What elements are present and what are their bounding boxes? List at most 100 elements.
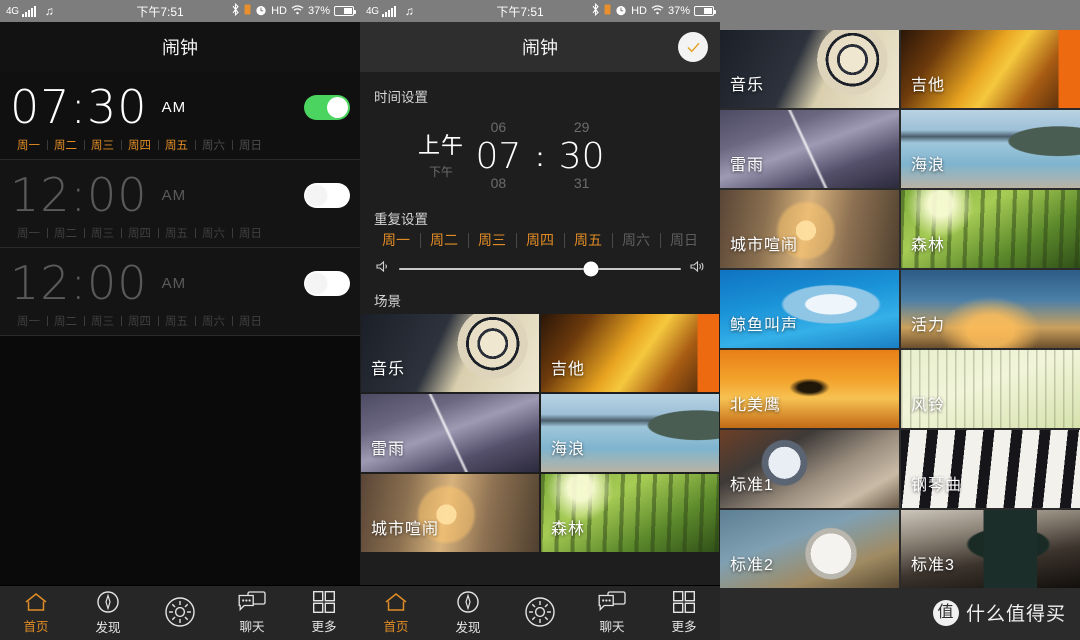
- scene-label-text: 雷雨: [730, 157, 765, 174]
- nav-item-more[interactable]: 更多: [648, 591, 720, 635]
- minute-next[interactable]: 31: [547, 175, 617, 195]
- scene-tile[interactable]: 钢琴曲: [901, 430, 1080, 508]
- alarm-row-main: 12:00 AM: [10, 256, 350, 310]
- alarm-day[interactable]: 周四: [121, 313, 158, 329]
- alarm-toggle[interactable]: [304, 182, 350, 208]
- repeat-day[interactable]: 周三: [468, 230, 516, 250]
- alarm-day[interactable]: 周日: [232, 225, 269, 241]
- alarm-day[interactable]: 周六: [195, 225, 232, 241]
- scene-tile[interactable]: 森林: [541, 474, 719, 552]
- status-right-group: HD 37%: [231, 2, 356, 19]
- alarm-toggle[interactable]: [304, 270, 350, 296]
- scene-tile[interactable]: 标准3: [901, 510, 1080, 588]
- alarm-day[interactable]: 周五: [158, 137, 195, 153]
- alarm-ampm: AM: [161, 274, 187, 292]
- nav-item-chat[interactable]: 聊天: [216, 591, 288, 635]
- repeat-day[interactable]: 周六: [612, 230, 660, 250]
- alarm-day[interactable]: 周六: [195, 313, 232, 329]
- alarm-day[interactable]: 周一: [10, 225, 47, 241]
- home-icon: [23, 591, 49, 613]
- minute-wheel[interactable]: 29 30 31: [547, 119, 617, 195]
- scene-label-text: 吉他: [551, 361, 586, 378]
- scene-tile[interactable]: 雷雨: [361, 394, 539, 472]
- scene-tile[interactable]: 标准2: [720, 510, 899, 588]
- scene-label-text: 海浪: [911, 157, 946, 174]
- scene-tile[interactable]: 标准1: [720, 430, 899, 508]
- ampm-other[interactable]: 下午: [406, 163, 476, 180]
- alarm-day[interactable]: 周四: [121, 225, 158, 241]
- alarm-time: 12:00: [10, 168, 148, 222]
- panel-scene-list: 音乐 吉他 雷雨 海浪 城市喧闹 森林 鲸鱼叫声 活力 北美鹰 风铃 标准1 钢…: [720, 0, 1080, 640]
- alarm-day[interactable]: 周一: [10, 137, 47, 153]
- scene-tile[interactable]: 音乐: [720, 30, 899, 108]
- scene-tile[interactable]: 音乐: [361, 314, 539, 392]
- nav-item-chat[interactable]: 聊天: [576, 591, 648, 635]
- alarm-row[interactable]: 12:00 AM 周一 周二 周三 周四 周五 周六 周日: [0, 248, 360, 336]
- digital-clock-art: [901, 510, 1080, 588]
- scene-tile[interactable]: 鲸鱼叫声: [720, 270, 899, 348]
- hd-label: HD: [631, 5, 647, 17]
- alarm-day[interactable]: 周三: [84, 313, 121, 329]
- scene-tile[interactable]: 活力: [901, 270, 1080, 348]
- nav-item-center[interactable]: [144, 595, 216, 632]
- scene-label-text: 标准1: [730, 477, 774, 494]
- alarm-day[interactable]: 周日: [232, 137, 269, 153]
- scene-tile[interactable]: 海浪: [901, 110, 1080, 188]
- alarm-row[interactable]: 12:00 AM 周一 周二 周三 周四 周五 周六 周日: [0, 160, 360, 248]
- alarm-day[interactable]: 周二: [47, 137, 84, 153]
- city-street-art: [720, 190, 899, 268]
- scene-tile[interactable]: 雷雨: [720, 110, 899, 188]
- scene-tile[interactable]: 海浪: [541, 394, 719, 472]
- nav-item-more[interactable]: 更多: [288, 591, 360, 635]
- scene-tile[interactable]: 北美鹰: [720, 350, 899, 428]
- alarm-row[interactable]: 07:30 AM 周一 周二 周三 周四 周五 周六 周日: [0, 72, 360, 160]
- scene-tile[interactable]: 风铃: [901, 350, 1080, 428]
- alarm-row-main: 12:00 AM: [10, 168, 350, 222]
- repeat-day[interactable]: 周二: [420, 230, 468, 250]
- volume-slider-thumb[interactable]: [583, 261, 599, 277]
- scene-tile[interactable]: 森林: [901, 190, 1080, 268]
- alarm-day[interactable]: 周五: [158, 225, 195, 241]
- nav-item-center[interactable]: [504, 595, 576, 632]
- time-separator: :: [536, 142, 544, 172]
- bottom-nav-left: 首页 发现 聊天 更多: [0, 585, 360, 640]
- alarm-day[interactable]: 周五: [158, 313, 195, 329]
- repeat-day[interactable]: 周四: [516, 230, 564, 250]
- network-label: 4G: [366, 5, 379, 17]
- screenshot-root: 4G ♫ 下午7:51 HD 37% 闹钟 07:30 AM 周一 周二 周三 …: [0, 0, 1080, 640]
- alarm-toggle[interactable]: [304, 94, 350, 120]
- scene-label-text: 森林: [911, 237, 946, 254]
- nav-item-home[interactable]: 首页: [360, 591, 432, 635]
- panel-alarm-edit: 4G ♫ 下午7:51 HD 37% 闹钟 时间设置 上午 下午 06 07 0…: [360, 0, 720, 640]
- repeat-days: 周一 周二 周三 周四 周五 周六 周日: [360, 230, 720, 252]
- alarm-day[interactable]: 周日: [232, 313, 269, 329]
- alarm-day[interactable]: 周三: [84, 225, 121, 241]
- volume-slider-row[interactable]: [360, 252, 720, 284]
- thunderstorm-art: [720, 110, 899, 188]
- nav-item-discover[interactable]: 发现: [72, 590, 144, 636]
- nav-item-home[interactable]: 首页: [0, 591, 72, 635]
- scene-label-text: 鲸鱼叫声: [730, 317, 799, 334]
- scene-tile[interactable]: 吉他: [541, 314, 719, 392]
- time-picker[interactable]: 上午 下午 06 07 08 : 29 30 31: [360, 106, 720, 202]
- alarm-day[interactable]: 周四: [121, 137, 158, 153]
- scene-tile[interactable]: 城市喧闹: [720, 190, 899, 268]
- repeat-day[interactable]: 周五: [564, 230, 612, 250]
- volume-slider-track[interactable]: [399, 261, 681, 277]
- alarm-row-main: 07:30 AM: [10, 80, 350, 134]
- forest-art: [541, 474, 719, 552]
- compass-icon: [456, 590, 480, 614]
- scene-tile[interactable]: 吉他: [901, 30, 1080, 108]
- alarm-day[interactable]: 周二: [47, 313, 84, 329]
- alarm-day[interactable]: 周六: [195, 137, 232, 153]
- ampm-selector[interactable]: 上午 下午: [406, 128, 476, 180]
- alarm-day[interactable]: 周三: [84, 137, 121, 153]
- repeat-day[interactable]: 周一: [372, 230, 420, 250]
- alarm-day[interactable]: 周一: [10, 313, 47, 329]
- sun-icon: [163, 595, 197, 629]
- repeat-day[interactable]: 周日: [660, 230, 708, 250]
- confirm-button[interactable]: [678, 32, 708, 62]
- alarm-day[interactable]: 周二: [47, 225, 84, 241]
- scene-tile[interactable]: 城市喧闹: [361, 474, 539, 552]
- nav-item-discover[interactable]: 发现: [432, 590, 504, 636]
